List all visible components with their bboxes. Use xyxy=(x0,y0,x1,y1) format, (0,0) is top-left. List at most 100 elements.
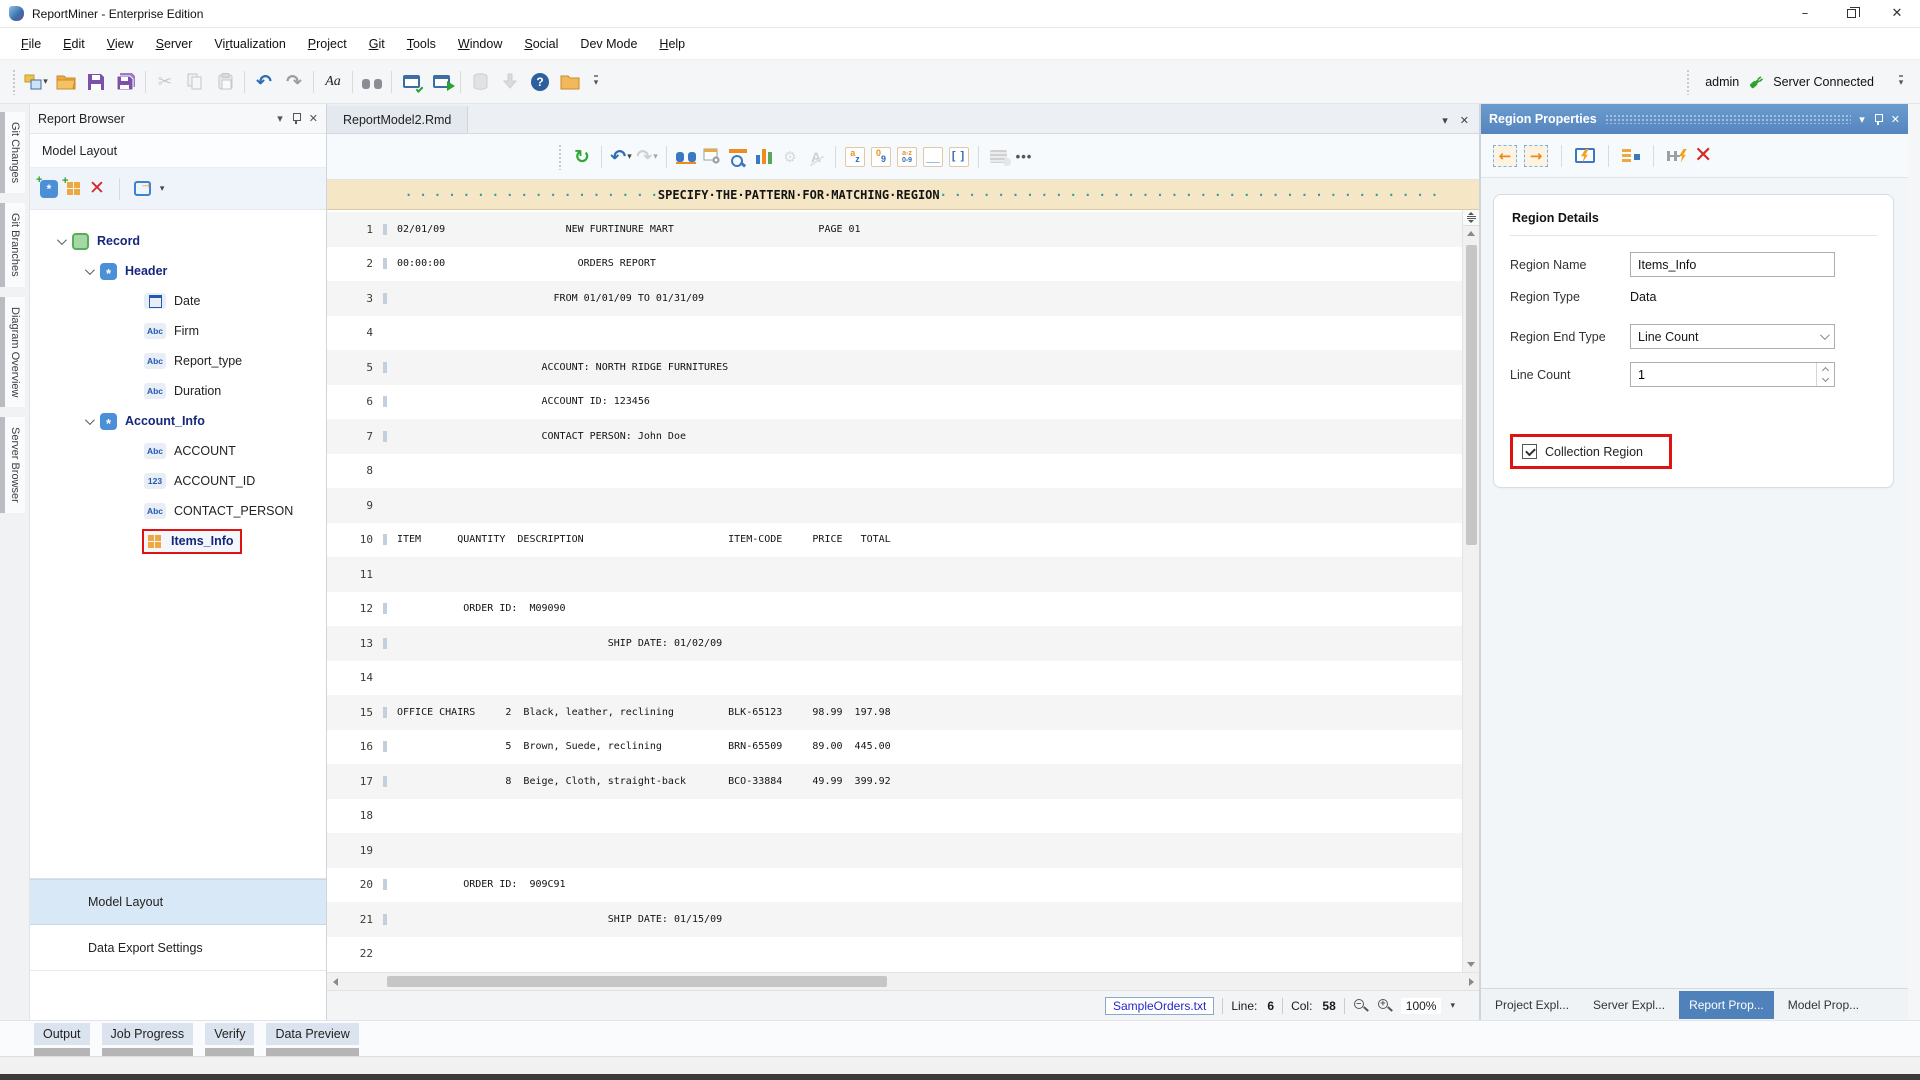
auto-parse-button[interactable] xyxy=(1667,149,1687,163)
delete-node-button[interactable]: ✕ xyxy=(89,179,105,198)
menu-item[interactable]: Help xyxy=(648,28,696,59)
tree-item[interactable]: ACCOUNT_ID xyxy=(30,466,326,496)
report-line[interactable]: 16 5 Brown, Suede, reclining BRN-65509 8… xyxy=(327,730,1462,765)
close-icon[interactable]: ✕ xyxy=(1460,114,1469,127)
pattern-alphanumeric-button[interactable]: a-z0-9 xyxy=(894,144,920,170)
undo-button[interactable]: ↶▾ xyxy=(608,144,634,170)
toolbar-overflow-button[interactable]: ▾ xyxy=(583,69,609,95)
font-button[interactable]: Aa xyxy=(320,69,346,95)
report-line[interactable]: 4 xyxy=(327,316,1462,351)
pattern-letters-button[interactable]: az xyxy=(842,144,868,170)
row-splitter-handle[interactable] xyxy=(1463,210,1479,226)
menu-item[interactable]: Window xyxy=(447,28,513,59)
zoom-level[interactable]: 100% xyxy=(1401,998,1442,1014)
tree-item[interactable]: Account_Info xyxy=(30,406,326,436)
properties-tab[interactable]: Model Prop... xyxy=(1778,991,1869,1019)
close-button[interactable]: ✕ xyxy=(1874,0,1920,27)
report-line[interactable]: 15 OFFICE CHAIRS 2 Black, leather, recli… xyxy=(327,695,1462,730)
menu-item[interactable]: Dev Mode xyxy=(569,28,648,59)
tree-item[interactable]: Duration xyxy=(30,376,326,406)
chevron-down-icon[interactable] xyxy=(78,418,98,425)
line-text[interactable]: SHIP DATE: 01/02/09 xyxy=(383,638,722,649)
pattern-whitespace-button[interactable]: __ xyxy=(920,144,946,170)
bottom-tab[interactable]: Verify xyxy=(205,1023,254,1056)
database-button[interactable] xyxy=(467,69,493,95)
report-line[interactable]: 8 xyxy=(327,454,1462,489)
pin-icon[interactable] xyxy=(292,113,300,124)
open-project-button[interactable] xyxy=(557,69,583,95)
verify-button[interactable] xyxy=(398,69,424,95)
report-line[interactable]: 2 00:00:00 ORDERS REPORT xyxy=(327,247,1462,282)
menu-item[interactable]: Project xyxy=(297,28,358,59)
options-gear-button[interactable]: ⚙ xyxy=(777,144,803,170)
properties-tab[interactable]: Report Prop... xyxy=(1679,991,1774,1019)
refresh-button[interactable]: ↻ xyxy=(569,144,595,170)
side-tab[interactable]: Git Branches xyxy=(0,203,29,287)
new-model-button[interactable]: ▾ xyxy=(23,69,49,95)
copy-button[interactable] xyxy=(182,69,208,95)
open-button[interactable] xyxy=(53,69,79,95)
find-pattern-button[interactable] xyxy=(673,144,699,170)
report-line[interactable]: 12 ORDER ID: M09090 xyxy=(327,592,1462,627)
scroll-left-arrow[interactable] xyxy=(327,978,343,986)
line-text[interactable]: 00:00:00 ORDERS REPORT xyxy=(383,258,656,269)
scrollbar-thumb[interactable] xyxy=(387,976,887,987)
edit-font-button[interactable]: A xyxy=(803,144,829,170)
report-line[interactable]: 14 xyxy=(327,661,1462,696)
line-text[interactable]: ORDER ID: M09090 xyxy=(383,603,566,614)
toolbar-grip[interactable] xyxy=(12,69,17,95)
help-button[interactable]: ? xyxy=(527,69,553,95)
minimize-button[interactable]: – xyxy=(1782,0,1828,27)
zoom-out-button[interactable]: – xyxy=(1353,998,1369,1014)
paste-button[interactable] xyxy=(212,69,238,95)
menu-item[interactable]: Git xyxy=(358,28,396,59)
line-text[interactable]: OFFICE CHAIRS 2 Black, leather, reclinin… xyxy=(383,707,891,718)
report-line[interactable]: 1 02/01/09 NEW FURTINURE MART PAGE 01 xyxy=(327,212,1462,247)
tree-item[interactable]: ACCOUNT xyxy=(30,436,326,466)
line-text[interactable]: ACCOUNT ID: 123456 xyxy=(383,396,650,407)
close-icon[interactable]: ✕ xyxy=(1891,113,1900,126)
menu-item[interactable]: View xyxy=(96,28,145,59)
report-line[interactable]: 18 xyxy=(327,799,1462,834)
report-line[interactable]: 3 FROM 01/01/09 TO 01/31/09 xyxy=(327,281,1462,316)
deploy-button[interactable] xyxy=(497,69,523,95)
chevron-down-icon[interactable] xyxy=(50,238,70,245)
search-region-button[interactable] xyxy=(725,144,751,170)
chart-button[interactable] xyxy=(751,144,777,170)
report-line[interactable]: 11 xyxy=(327,557,1462,592)
line-text[interactable]: ITEM QUANTITY DESCRIPTION ITEM-CODE PRIC… xyxy=(383,534,891,545)
document-tab[interactable]: ReportModel2.Rmd xyxy=(327,106,468,133)
pattern-settings-button[interactable] xyxy=(699,144,725,170)
bottom-tab[interactable]: Data Preview xyxy=(266,1023,358,1056)
chevron-down-icon[interactable]: ▾ xyxy=(1442,114,1448,127)
undo-button[interactable]: ↶ xyxy=(251,69,277,95)
report-line[interactable]: 17 8 Beige, Cloth, straight-back BCO-338… xyxy=(327,764,1462,799)
export-button[interactable] xyxy=(134,181,151,196)
side-tab[interactable]: Server Browser xyxy=(0,417,29,513)
scrollbar-thumb[interactable] xyxy=(1466,245,1477,545)
region-list-button[interactable] xyxy=(985,144,1011,170)
menu-item[interactable]: Edit xyxy=(52,28,96,59)
report-line[interactable]: 7 CONTACT PERSON: John Doe xyxy=(327,419,1462,454)
tree-item[interactable]: Header xyxy=(30,256,326,286)
find-button[interactable] xyxy=(359,69,385,95)
bottom-tab[interactable]: Job Progress xyxy=(102,1023,194,1056)
scroll-down-arrow[interactable] xyxy=(1467,962,1475,967)
pattern-numbers-button[interactable]: 09 xyxy=(868,144,894,170)
previous-region-button[interactable]: ← xyxy=(1493,145,1517,167)
restore-button[interactable] xyxy=(1828,0,1874,27)
redo-button[interactable]: ↷ xyxy=(281,69,307,95)
report-line[interactable]: 21 SHIP DATE: 01/15/09 xyxy=(327,902,1462,937)
report-line[interactable]: 13 SHIP DATE: 01/02/09 xyxy=(327,626,1462,661)
report-line[interactable]: 5 ACCOUNT: NORTH RIDGE FURNITURES xyxy=(327,350,1462,385)
toolbar-grip[interactable] xyxy=(1686,69,1691,95)
line-text[interactable]: ORDER ID: 909C91 xyxy=(383,879,566,890)
pattern-brackets-button[interactable]: [ ] xyxy=(946,144,972,170)
toolbar-options-button[interactable]: ▾ xyxy=(1888,69,1914,95)
chevron-down-icon[interactable]: ▾ xyxy=(1859,113,1865,126)
model-layout-view-button[interactable]: Model Layout xyxy=(30,879,326,925)
menu-item[interactable]: File xyxy=(10,28,52,59)
tree-item[interactable]: Items_Info xyxy=(30,526,326,556)
bottom-tab[interactable]: Output xyxy=(34,1023,90,1056)
side-tab[interactable]: Git Changes xyxy=(0,112,29,193)
